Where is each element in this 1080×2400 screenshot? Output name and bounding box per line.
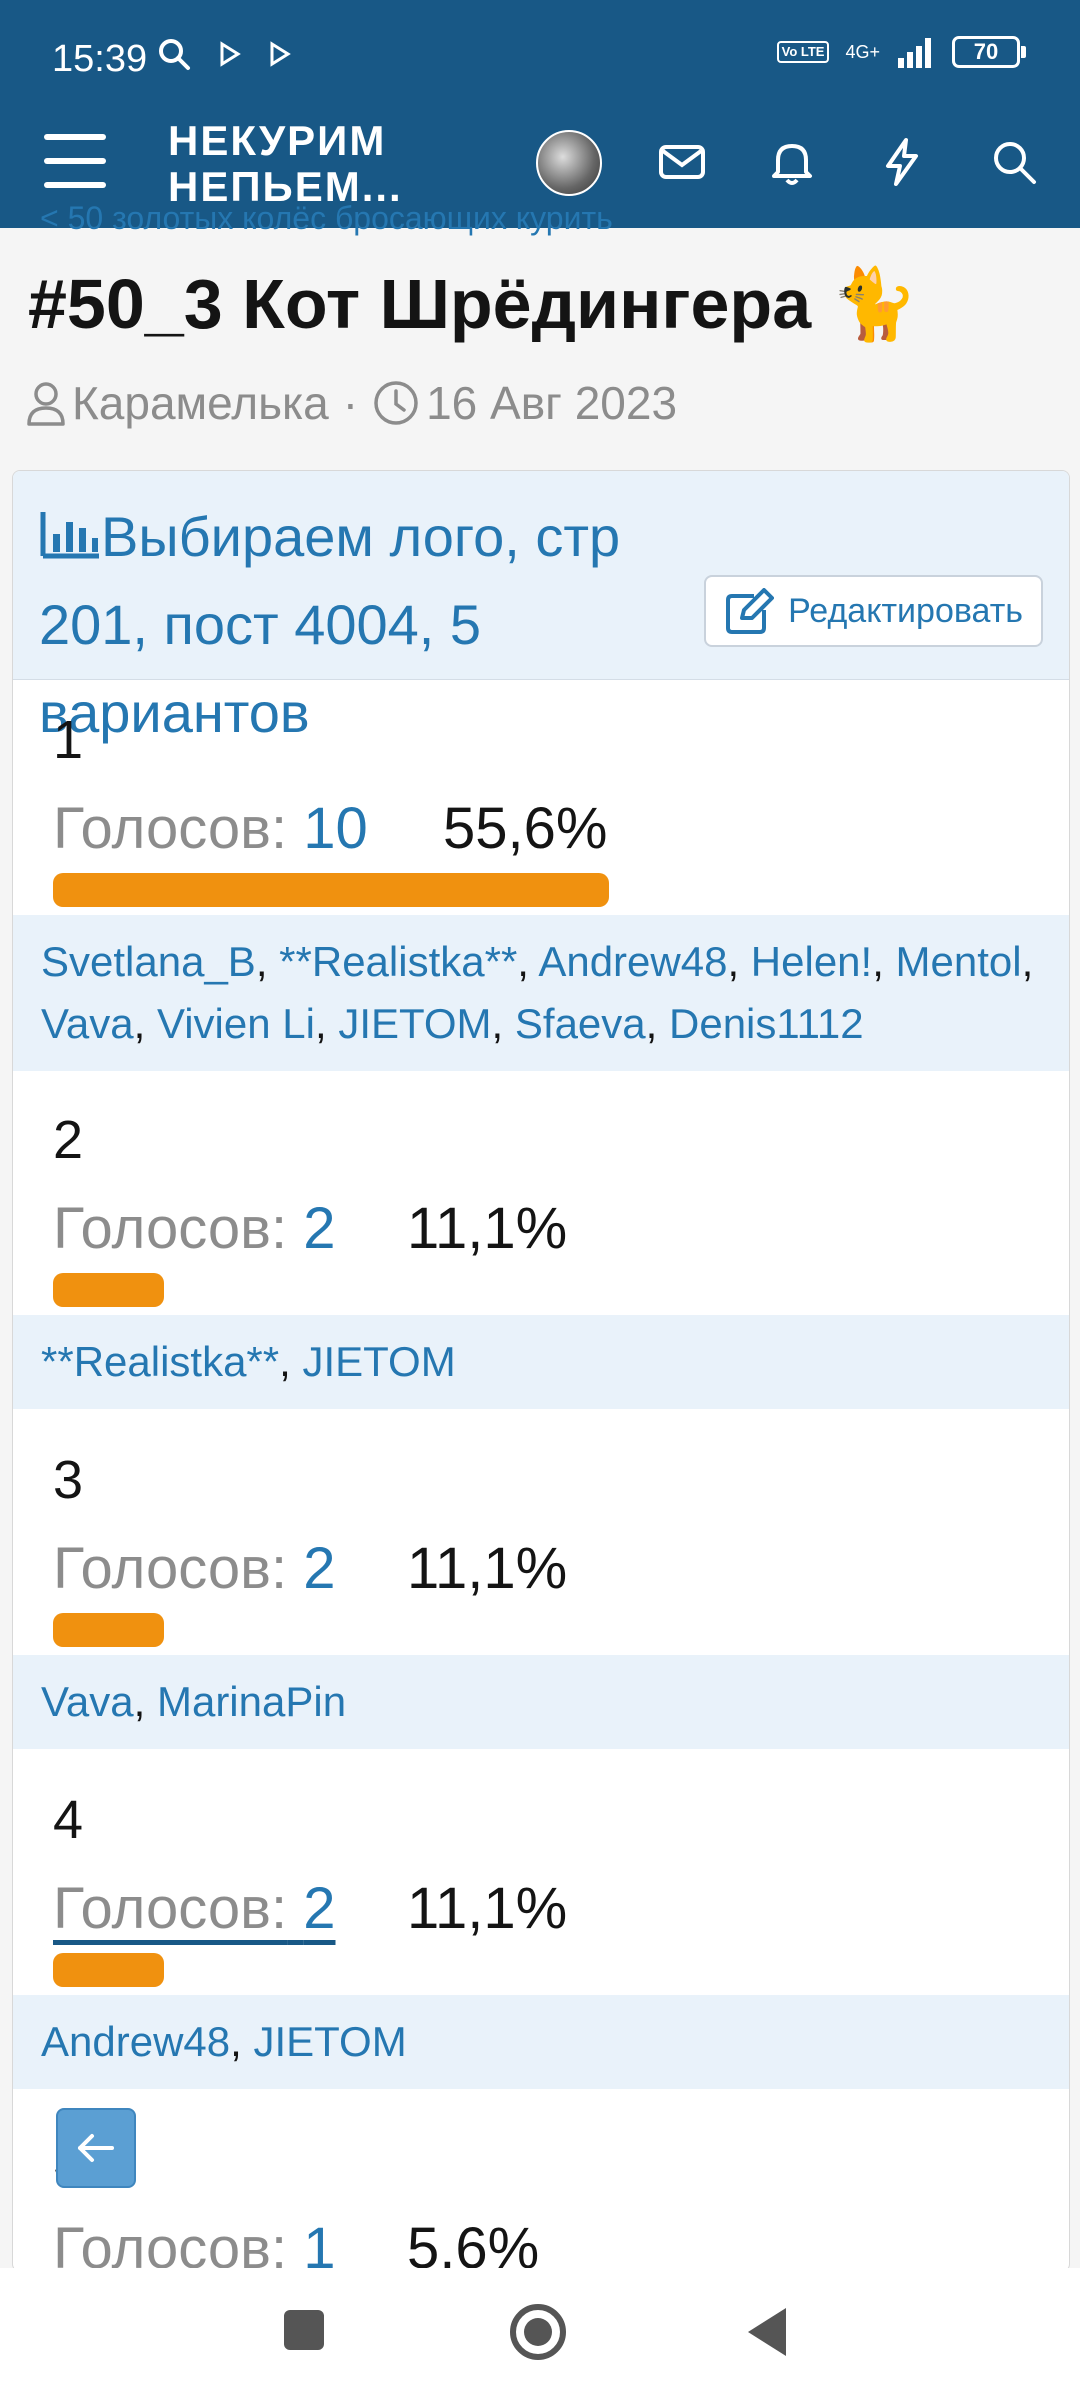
vote-percent: 5,6% [407,2216,540,2272]
signal-icon [898,38,931,68]
vote-percent: 55,6% [443,796,608,861]
voter-link[interactable]: Sfaeva [515,1000,646,1047]
votes-link[interactable]: Голосов: 10 [53,795,368,862]
votes-count: 2 [303,1196,336,1261]
option-number: 1 [53,710,84,770]
page-title: #50_3 Кот Шрёдингера 🐈 [28,264,918,346]
search-notification-icon [159,39,190,70]
votes-count: 10 [303,796,368,861]
search-icon[interactable] [986,134,1042,190]
voter-link[interactable]: Vava [41,1678,134,1725]
volte-icon: Vo LTE [776,41,830,63]
back-to-top-button[interactable] [56,2108,136,2188]
votes-label: Голосов: [53,1196,288,1261]
vote-progress-bar [53,1613,164,1647]
status-icons-right: Vo LTE 4G+ 70 [776,36,1026,68]
voter-link[interactable]: Andrew48 [41,2018,230,2065]
voter-link[interactable]: JIETOM [338,1000,491,1047]
votes-link[interactable]: Голосов: 1 [53,2215,336,2272]
lightning-icon[interactable] [874,134,930,190]
option-number: 3 [53,1450,84,1510]
edit-icon [726,588,775,634]
play-notification-icon-2 [270,41,291,67]
cat-emoji: 🐈 [830,265,918,343]
system-back-button[interactable] [748,2308,786,2356]
voters-list: Vava, MarinaPin [13,1655,1069,1749]
bell-icon[interactable] [764,134,820,190]
android-nav-bar [0,2268,1080,2400]
edit-poll-label: Редактировать [788,591,1023,630]
voter-link[interactable]: Mentol [896,938,1022,985]
voter-link[interactable]: Vava [41,1000,134,1047]
votes-count: 2 [303,1876,336,1941]
breadcrumb[interactable]: < 50 золотых колёс бросающих курить [40,200,613,237]
voter-link[interactable]: Vivien Li [157,1000,315,1047]
poll-title-text: Выбираем лого, стр 201, пост 4004, 5 вар… [39,505,621,744]
arrow-left-icon [78,2134,114,2162]
votes-label: Голосов: [53,796,288,861]
site-logo[interactable]: НЕКУРИМ НЕПЬЕМ... [168,118,403,210]
poll-header: Выбираем лого, стр 201, пост 4004, 5 вар… [13,471,1069,744]
clock-icon [374,381,418,425]
option-number: 2 [53,1110,84,1170]
logo-line-1: НЕКУРИМ [168,117,387,164]
vote-percent: 11,1% [407,1876,568,1941]
poll-title: Выбираем лого, стр 201, пост 4004, 5 вар… [39,493,699,757]
voter-link[interactable]: **Realistka** [41,1338,279,1385]
voter-link[interactable]: Denis1112 [669,1000,864,1047]
voters-list: **Realistka**, JIETOM [13,1315,1069,1409]
vote-percent: 11,1% [407,1536,568,1601]
voter-link[interactable]: Andrew48 [538,938,727,985]
thread-meta: Карамелька · 16 Авг 2023 [26,376,677,430]
vote-percent: 11,1% [407,1196,568,1261]
avatar[interactable] [536,130,602,196]
voter-link[interactable]: JIETOM [253,2018,406,2065]
thread-title: #50_3 Кот Шрёдингера [28,265,812,343]
poll-block: Выбираем лого, стр 201, пост 4004, 5 вар… [12,470,1070,2272]
recents-button[interactable] [284,2310,324,2350]
author-link[interactable]: Карамелька [72,376,329,430]
votes-link[interactable]: Голосов: 2 [53,1535,336,1602]
votes-link[interactable]: Голосов: 2 [53,1195,336,1262]
votes-link[interactable]: Голосов: 2 [53,1875,336,1942]
voter-link[interactable]: Svetlana_B [41,938,256,985]
vote-progress-bar [53,1953,164,1987]
home-button[interactable] [510,2304,566,2360]
voters-list: Andrew48, JIETOM [13,1995,1069,2089]
menu-icon[interactable] [44,134,106,188]
user-icon [27,382,65,426]
voter-link[interactable]: JIETOM [302,1338,455,1385]
votes-count: 1 [303,2216,336,2272]
voter-link[interactable]: MarinaPin [157,1678,346,1725]
votes-label: Голосов: [53,2216,288,2272]
vote-progress-bar [53,873,609,907]
edit-poll-button[interactable]: Редактировать [704,575,1043,647]
app-header: 15:39 Vo LTE 4G+ 70 НЕКУРИМ НЕПЬЕМ... [0,0,1080,228]
voter-link[interactable]: **Realistka** [279,938,517,985]
votes-label: Голосов: [53,1536,288,1601]
mail-icon[interactable] [654,134,710,190]
play-notification-icon [220,41,241,67]
battery-icon: 70 [952,36,1026,68]
meta-separator: · [342,377,359,429]
poll-chart-icon [40,512,99,559]
option-number: 4 [53,1790,84,1850]
network-type: 4G+ [845,42,880,62]
status-bar: 15:39 Vo LTE 4G+ 70 [0,0,1080,120]
votes-count: 2 [303,1536,336,1601]
voters-list: Svetlana_B, **Realistka**, Andrew48, Hel… [13,915,1069,1071]
vote-progress-bar [53,1273,164,1307]
post-date[interactable]: 16 Авг 2023 [426,376,677,430]
votes-label: Голосов: [53,1876,288,1941]
voter-link[interactable]: Helen! [751,938,872,985]
status-time: 15:39 [52,38,148,80]
status-icons-left [156,36,292,72]
